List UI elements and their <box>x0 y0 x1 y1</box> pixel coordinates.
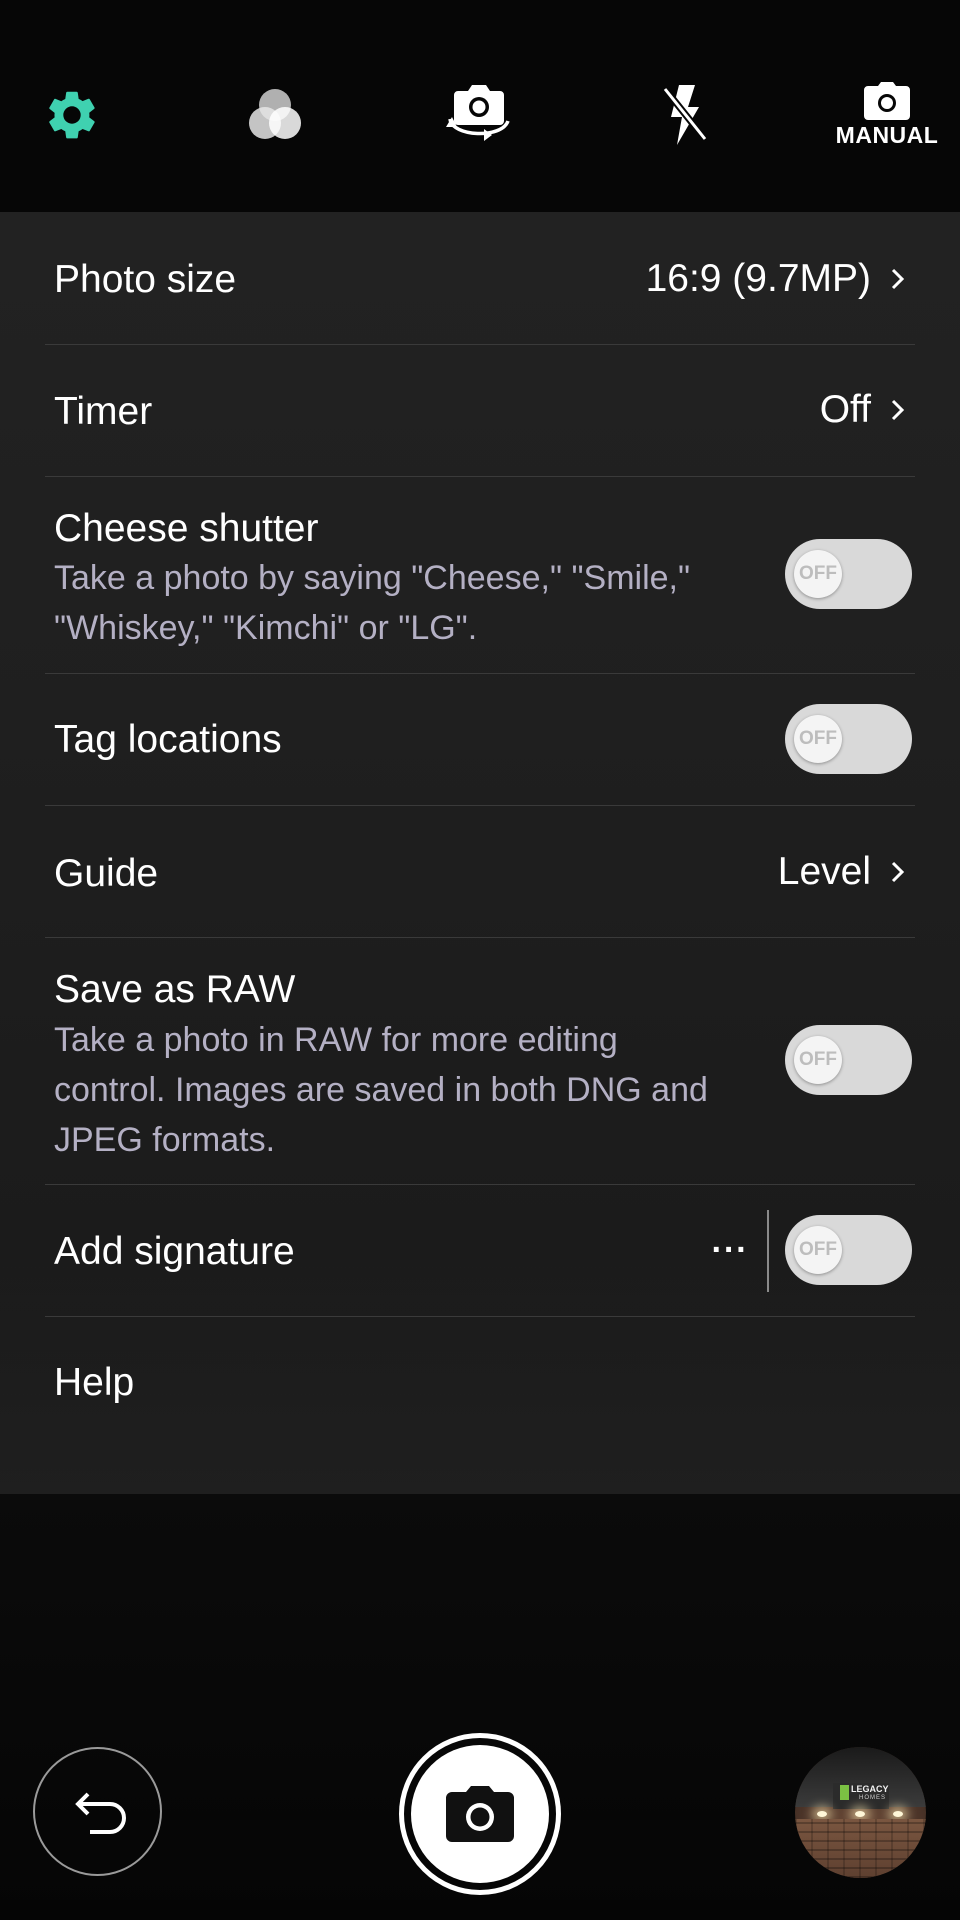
filter-button[interactable] <box>220 60 330 170</box>
setting-title: Save as RAW <box>54 968 296 1011</box>
chevron-right-icon <box>891 399 905 421</box>
filter-icon <box>249 89 301 139</box>
setting-photo-size[interactable]: Photo size 16:9 (9.7MP) <box>45 212 915 345</box>
setting-title: Cheese shutter <box>54 507 319 550</box>
setting-title: Tag locations <box>54 718 282 761</box>
bottom-controls: LEGACY HOMES <box>0 1494 960 1920</box>
divider <box>767 1210 769 1292</box>
setting-description: Take a photo by saying "Cheese," "Smile,… <box>54 559 691 647</box>
flash-off-icon <box>662 85 708 145</box>
shutter-inner <box>411 1745 549 1883</box>
setting-description: Take a photo in RAW for more editing con… <box>54 1021 708 1159</box>
save-as-raw-toggle[interactable]: OFF <box>785 1025 912 1095</box>
setting-title: Guide <box>54 852 159 895</box>
add-signature-toggle[interactable]: OFF <box>785 1215 912 1285</box>
setting-add-signature[interactable]: Add signature ··· OFF <box>45 1185 915 1317</box>
brick-wall <box>795 1819 926 1878</box>
back-button[interactable] <box>33 1747 162 1876</box>
setting-title: Timer <box>54 390 153 433</box>
cheese-shutter-toggle[interactable]: OFF <box>785 539 912 609</box>
setting-title: Add signature <box>54 1230 295 1273</box>
back-arrow-icon <box>74 1792 126 1834</box>
settings-button[interactable] <box>17 60 127 170</box>
setting-guide[interactable]: Guide Level <box>45 806 915 938</box>
mode-manual-button[interactable]: MANUAL <box>832 60 942 170</box>
setting-tag-locations[interactable]: Tag locations OFF <box>45 674 915 806</box>
signature-more-button[interactable]: ··· <box>705 1220 755 1280</box>
switch-camera-button[interactable] <box>424 60 534 170</box>
setting-help[interactable]: Help <box>45 1317 915 1449</box>
toggle-knob: OFF <box>794 550 842 598</box>
tag-locations-toggle[interactable]: OFF <box>785 704 912 774</box>
thumbnail-sign-subtext: HOMES <box>859 1795 887 1801</box>
camera-icon <box>864 81 910 120</box>
switch-camera-icon <box>446 85 510 141</box>
setting-cheese-shutter[interactable]: Cheese shutter Take a photo by saying "C… <box>45 477 915 674</box>
toggle-knob: OFF <box>794 1036 842 1084</box>
setting-value: Level <box>777 850 871 893</box>
camera-icon <box>446 1786 514 1842</box>
shutter-button[interactable] <box>399 1733 561 1895</box>
top-toolbar: MANUAL <box>0 0 960 212</box>
manual-mode-label: MANUAL <box>835 121 939 148</box>
gallery-thumbnail[interactable]: LEGACY HOMES <box>795 1747 926 1878</box>
setting-value: 16:9 (9.7MP) <box>645 257 871 300</box>
setting-save-as-raw[interactable]: Save as RAW Take a photo in RAW for more… <box>45 938 915 1185</box>
chevron-right-icon <box>891 861 905 883</box>
chevron-right-icon <box>891 268 905 290</box>
thumbnail-sign-text: LEGACY <box>851 1784 889 1794</box>
gear-icon <box>49 91 95 139</box>
toggle-knob: OFF <box>794 1226 842 1274</box>
camera-screen: MANUAL Photo size 16:9 (9.7MP) Timer Off… <box>0 0 960 1920</box>
toggle-knob: OFF <box>794 715 842 763</box>
setting-title: Photo size <box>54 258 237 301</box>
setting-value: Off <box>819 388 871 431</box>
flash-button[interactable] <box>630 60 740 170</box>
setting-timer[interactable]: Timer Off <box>45 345 915 477</box>
legacy-homes-logo <box>840 1785 849 1800</box>
setting-title: Help <box>54 1361 135 1404</box>
settings-panel: Photo size 16:9 (9.7MP) Timer Off Cheese… <box>0 212 960 1494</box>
